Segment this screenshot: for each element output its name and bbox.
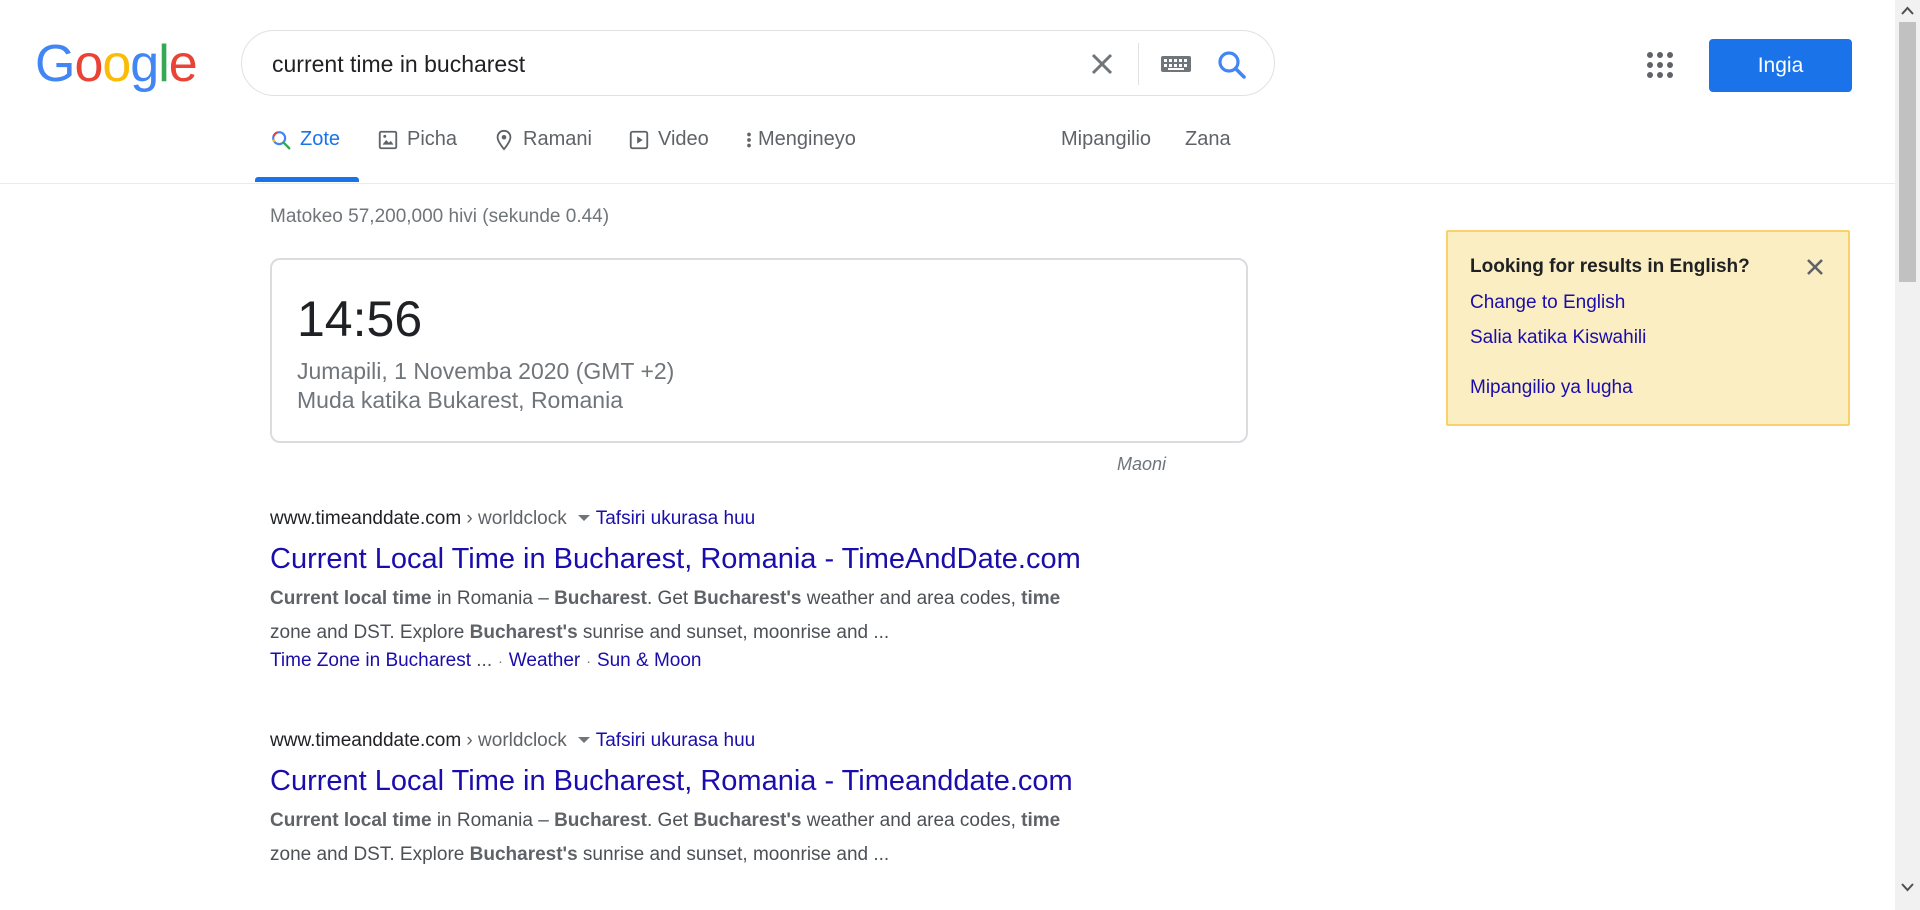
- tab-label: Video: [658, 128, 709, 150]
- close-icon[interactable]: [1802, 254, 1828, 280]
- logo-letter: g: [130, 35, 159, 93]
- header-divider: [0, 183, 1895, 184]
- tab-images[interactable]: Picha: [377, 128, 457, 182]
- tab-all[interactable]: Zote: [270, 128, 340, 182]
- map-pin-icon: [496, 129, 512, 151]
- translate-link[interactable]: Tafsiri ukurasa huu: [596, 508, 755, 529]
- tab-settings[interactable]: Mipangilio: [1061, 128, 1151, 182]
- snippet-text: weather and area codes,: [801, 588, 1022, 609]
- result-stats: Matokeo 57,200,000 hivi (sekunde 0.44): [270, 206, 610, 227]
- scrollbar-thumb[interactable]: [1899, 22, 1916, 282]
- result-domain: www.timeanddate.com: [270, 508, 462, 529]
- search-result: www.timeanddate.com › worldclock Tafsiri …: [270, 508, 1270, 672]
- video-icon: [629, 130, 649, 150]
- snippet-text: sunrise and sunset, moonrise and ...: [577, 622, 890, 643]
- result-sitelinks: Time Zone in Bucharest ... · Weather · Sun &…: [270, 650, 1270, 672]
- snippet-bold: Current local time: [270, 588, 432, 609]
- sitelink[interactable]: Time Zone in Bucharest: [270, 650, 471, 671]
- dropdown-arrow-icon[interactable]: [577, 736, 590, 743]
- result-title[interactable]: Current Local Time in Bucharest, Romania…: [270, 765, 1270, 798]
- scrollbar[interactable]: [1895, 0, 1920, 910]
- snippet-bold: Bucharest's: [693, 810, 802, 831]
- active-tab-indicator: [255, 177, 359, 182]
- snippet-bold: Current local time: [270, 810, 432, 831]
- snippet-text: sunrise and sunset, moonrise and ...: [577, 844, 890, 865]
- current-date: Jumapili, 1 Novemba 2020 (GMT +2): [297, 358, 675, 384]
- tab-label: Zote: [300, 128, 341, 150]
- result-url[interactable]: www.timeanddate.com › worldclock Tafsiri …: [270, 730, 1270, 752]
- google-logo[interactable]: Google: [35, 35, 198, 93]
- clear-icon[interactable]: [1082, 44, 1122, 84]
- logo-letter: e: [168, 35, 198, 93]
- snippet-text: weather and area codes,: [801, 810, 1022, 831]
- snippet-bold: Bucharest's: [693, 588, 802, 609]
- snippet-bold: time: [1021, 588, 1061, 609]
- snippet-bold: time: [1021, 810, 1061, 831]
- search-divider: [1138, 43, 1139, 85]
- time-location: Muda katika Bukarest, Romania: [297, 387, 623, 413]
- sitelink[interactable]: Weather: [509, 650, 580, 671]
- snippet-text: . Get: [646, 810, 694, 831]
- dropdown-arrow-icon[interactable]: [577, 514, 590, 521]
- tab-videos[interactable]: Video: [628, 128, 709, 182]
- result-title[interactable]: Current Local Time in Bucharest, Romania…: [270, 543, 1270, 576]
- time-answer-card: 14:56 Jumapili, 1 Novemba 2020 (GMT +2) …: [270, 258, 1248, 443]
- result-snippet: Current local time in Romania – Buchares…: [270, 582, 1270, 650]
- image-icon: [378, 130, 398, 150]
- snippet-text: zone and DST. Explore: [270, 844, 470, 865]
- sitelink[interactable]: Sun & Moon: [597, 650, 702, 671]
- language-box-heading: Looking for results in English?: [1470, 256, 1750, 277]
- separator: ·: [498, 653, 503, 669]
- language-suggestion-box: Looking for results in English? Change t…: [1446, 230, 1850, 426]
- search-icon[interactable]: [1212, 45, 1252, 85]
- feedback-link[interactable]: Maoni: [1117, 454, 1166, 475]
- apps-grid-icon[interactable]: [1645, 50, 1675, 80]
- language-settings-link[interactable]: Mipangilio ya lugha: [1470, 377, 1633, 399]
- search-icon: [272, 131, 291, 150]
- search-input[interactable]: current time in bucharest: [272, 51, 525, 78]
- result-path: › worldclock: [461, 730, 567, 751]
- keyboard-icon[interactable]: [1155, 51, 1197, 77]
- result-snippet: Current local time in Romania – Buchares…: [270, 804, 1270, 872]
- snippet-bold: Bucharest's: [469, 622, 578, 643]
- tab-label: Mipangilio: [1061, 128, 1152, 150]
- separator: ·: [586, 653, 591, 669]
- result-path: › worldclock: [461, 508, 567, 529]
- tab-label: Picha: [407, 128, 458, 150]
- tab-label: Mengineyo: [758, 128, 856, 150]
- change-to-english-link[interactable]: Change to English: [1470, 292, 1625, 314]
- snippet-text: in Romania –: [431, 810, 555, 831]
- snippet-text: zone and DST. Explore: [270, 622, 470, 643]
- snippet-text: in Romania –: [431, 588, 555, 609]
- snippet-bold: Bucharest's: [469, 844, 578, 865]
- current-time: 14:56: [297, 291, 423, 347]
- tab-more[interactable]: Mengineyo: [744, 128, 856, 182]
- logo-letter: l: [158, 35, 170, 93]
- logo-letter: o: [102, 35, 131, 93]
- search-result: www.timeanddate.com › worldclock Tafsiri …: [270, 730, 1270, 872]
- tab-tools[interactable]: Zana: [1185, 128, 1231, 182]
- snippet-bold: Bucharest: [554, 810, 647, 831]
- keep-swahili-link[interactable]: Salia katika Kiswahili: [1470, 327, 1646, 349]
- tab-label: Ramani: [523, 128, 592, 150]
- tab-label: Zana: [1185, 128, 1231, 150]
- logo-letter: o: [74, 35, 103, 93]
- result-url[interactable]: www.timeanddate.com › worldclock Tafsiri …: [270, 508, 1270, 530]
- search-box[interactable]: current time in bucharest: [241, 30, 1275, 96]
- translate-link[interactable]: Tafsiri ukurasa huu: [596, 730, 755, 751]
- tab-maps[interactable]: Ramani: [493, 128, 592, 182]
- signin-button[interactable]: Ingia: [1709, 39, 1852, 92]
- snippet-text: . Get: [646, 588, 694, 609]
- more-vert-icon: [747, 132, 751, 148]
- sitelink-ellipsis: ...: [471, 650, 493, 671]
- result-domain: www.timeanddate.com: [270, 730, 462, 751]
- logo-letter: G: [35, 35, 75, 93]
- scroll-up-icon[interactable]: [1895, 0, 1920, 22]
- scroll-down-icon[interactable]: [1895, 876, 1920, 898]
- snippet-bold: Bucharest: [554, 588, 647, 609]
